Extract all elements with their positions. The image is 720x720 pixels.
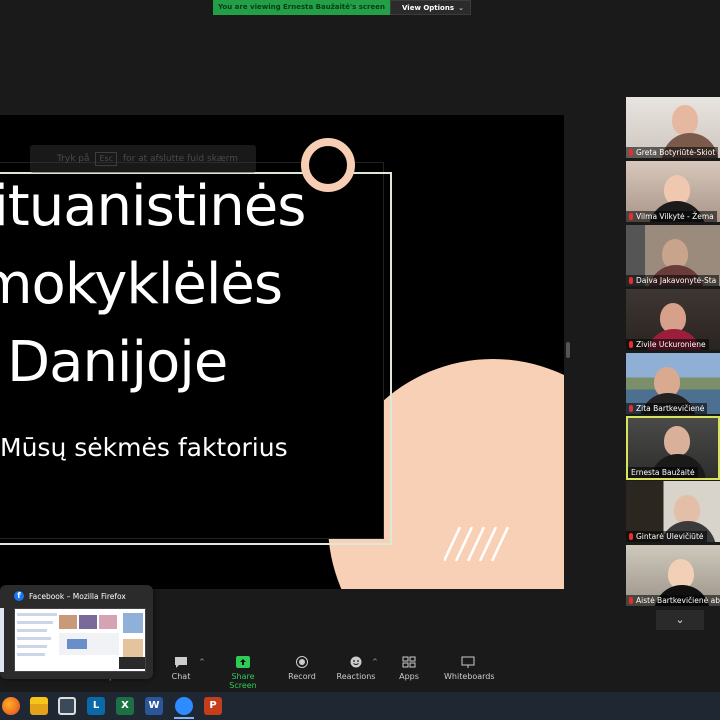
participant-name: Ernesta Baužaitė [631, 468, 695, 477]
smiley-icon [350, 656, 362, 668]
esc-hint-text-post: for at afslutte fuld skærm [122, 154, 239, 164]
mic-muted-icon [629, 149, 633, 156]
participant-nameplate: Ernesta Baužaitė [628, 467, 698, 478]
excel-letter: X [121, 700, 129, 711]
participant-tile[interactable]: Zita Bartkevičienė [626, 353, 720, 414]
store-icon[interactable] [58, 697, 76, 715]
participant-nameplate: Zivile Uckuroniene [626, 339, 709, 350]
participant-nameplate: Zita Bartkevičienė [626, 403, 708, 414]
file-explorer-icon[interactable] [30, 697, 48, 715]
mic-muted-icon [629, 597, 633, 604]
participant-tile[interactable]: Aistė Bartkevičienė abar [626, 545, 720, 606]
participant-name: Vilma Vilkytė - Žema [636, 212, 714, 221]
record-label: Record [288, 672, 316, 681]
decorative-stripes [444, 527, 510, 561]
preview-title: f Facebook – Mozilla Firefox [14, 591, 126, 601]
preview-thumbnail [14, 608, 146, 672]
slide-title-line-1: Lituanistinės [0, 174, 306, 239]
decorative-ring [301, 138, 355, 192]
apps-label: Apps [399, 672, 419, 681]
preview-title-text: Facebook – Mozilla Firefox [29, 591, 126, 601]
powerpoint-letter: P [209, 700, 217, 711]
slide-title-line-2: mokyklėlės [0, 252, 283, 317]
mic-muted-icon [629, 405, 633, 412]
mic-muted-icon [629, 341, 633, 348]
apps-button[interactable]: Apps [396, 656, 422, 681]
view-options-button[interactable]: View Options ⌄ [390, 0, 471, 15]
participant-name: Aistė Bartkevičienė abar [636, 596, 720, 605]
participant-tile[interactable]: Daiva Jakavonytė-Sta [626, 225, 720, 286]
reactions-button[interactable]: Reactions [336, 656, 376, 681]
zoom-active-indicator [174, 717, 194, 719]
record-icon [296, 656, 308, 668]
participant-name: Gintarė Ulevičiūtė [636, 532, 704, 541]
chat-button[interactable]: Chat [166, 656, 196, 681]
slide-title-line-3: Danijoje [7, 330, 228, 395]
l-app-letter: L [92, 700, 100, 711]
gallery-scroll-down-button[interactable]: ⌄ [656, 610, 704, 630]
whiteboards-button[interactable]: Whiteboards [444, 656, 495, 681]
chevron-down-icon: ⌄ [675, 613, 685, 626]
share-screen-label: Share Screen [229, 672, 257, 690]
share-screen-button[interactable]: Share Screen [218, 656, 268, 690]
participant-name: Zita Bartkevičienė [636, 404, 705, 413]
participant-nameplate: Vilma Vilkytė - Žema [626, 211, 717, 222]
firefox-window-preview[interactable]: f Facebook – Mozilla Firefox [0, 585, 153, 679]
participant-tile[interactable]: Zivile Uckuroniene [626, 289, 720, 350]
zoom-icon[interactable] [175, 697, 193, 715]
chat-label: Chat [171, 672, 191, 681]
viewing-screen-message: You are viewing Ernesta Baužaitė's scree… [213, 0, 390, 15]
whiteboard-icon [461, 656, 475, 668]
firefox-icon[interactable] [2, 697, 20, 715]
chat-icon [175, 657, 187, 668]
share-screen-icon [236, 656, 250, 668]
participant-nameplate: Greta Botyriūtė-Skiot [626, 147, 719, 158]
fullscreen-exit-hint: Tryk på Esc for at afslutte fuld skærm [30, 145, 256, 173]
participant-name: Daiva Jakavonytė-Sta [636, 276, 717, 285]
resize-handle[interactable] [566, 342, 570, 358]
participant-tile[interactable]: Gintarė Ulevičiūtė [626, 481, 720, 542]
participant-tile[interactable]: Greta Botyriūtė-Skiot [626, 97, 720, 158]
mic-muted-icon [629, 533, 633, 540]
esc-hint-text-pre: Tryk på [57, 154, 90, 164]
reactions-options-caret-icon[interactable]: ^ [372, 658, 378, 666]
participant-name: Zivile Uckuroniene [636, 340, 706, 349]
mic-muted-icon [629, 277, 633, 284]
reactions-label: Reactions [336, 672, 376, 681]
participant-nameplate: Aistė Bartkevičienė abar [626, 595, 720, 606]
participant-tile-active-speaker[interactable]: Ernesta Baužaitė [626, 416, 720, 480]
apps-icon [402, 656, 416, 668]
chevron-down-icon: ⌄ [458, 4, 464, 12]
participant-name: Greta Botyriūtė-Skiot [636, 148, 716, 157]
shared-slide: Tryk på Esc for at afslutte fuld skærm L… [0, 115, 564, 589]
preview-side-window [0, 608, 4, 672]
view-options-label: View Options [402, 4, 455, 12]
word-icon[interactable]: W [145, 697, 163, 715]
chat-options-caret-icon[interactable]: ^ [199, 658, 205, 666]
slide-subtitle: Mūsų sėkmės faktorius [0, 433, 288, 462]
powerpoint-icon[interactable]: P [204, 697, 222, 715]
whiteboards-label: Whiteboards [444, 672, 495, 681]
mic-muted-icon [629, 213, 633, 220]
screen-share-banner: You are viewing Ernesta Baužaitė's scree… [213, 0, 471, 15]
record-button[interactable]: Record [286, 656, 318, 681]
word-letter: W [148, 700, 160, 711]
zoom-window: You are viewing Ernesta Baužaitė's scree… [0, 0, 720, 720]
participant-tile[interactable]: Vilma Vilkytė - Žema [626, 161, 720, 222]
l-app-icon[interactable]: L [87, 697, 105, 715]
excel-icon[interactable]: X [116, 697, 134, 715]
windows-taskbar: L X W P [0, 692, 720, 720]
participant-nameplate: Daiva Jakavonytė-Sta [626, 275, 720, 286]
esc-key-label: Esc [95, 152, 118, 166]
participant-nameplate: Gintarė Ulevičiūtė [626, 531, 707, 542]
facebook-icon: f [14, 591, 24, 601]
